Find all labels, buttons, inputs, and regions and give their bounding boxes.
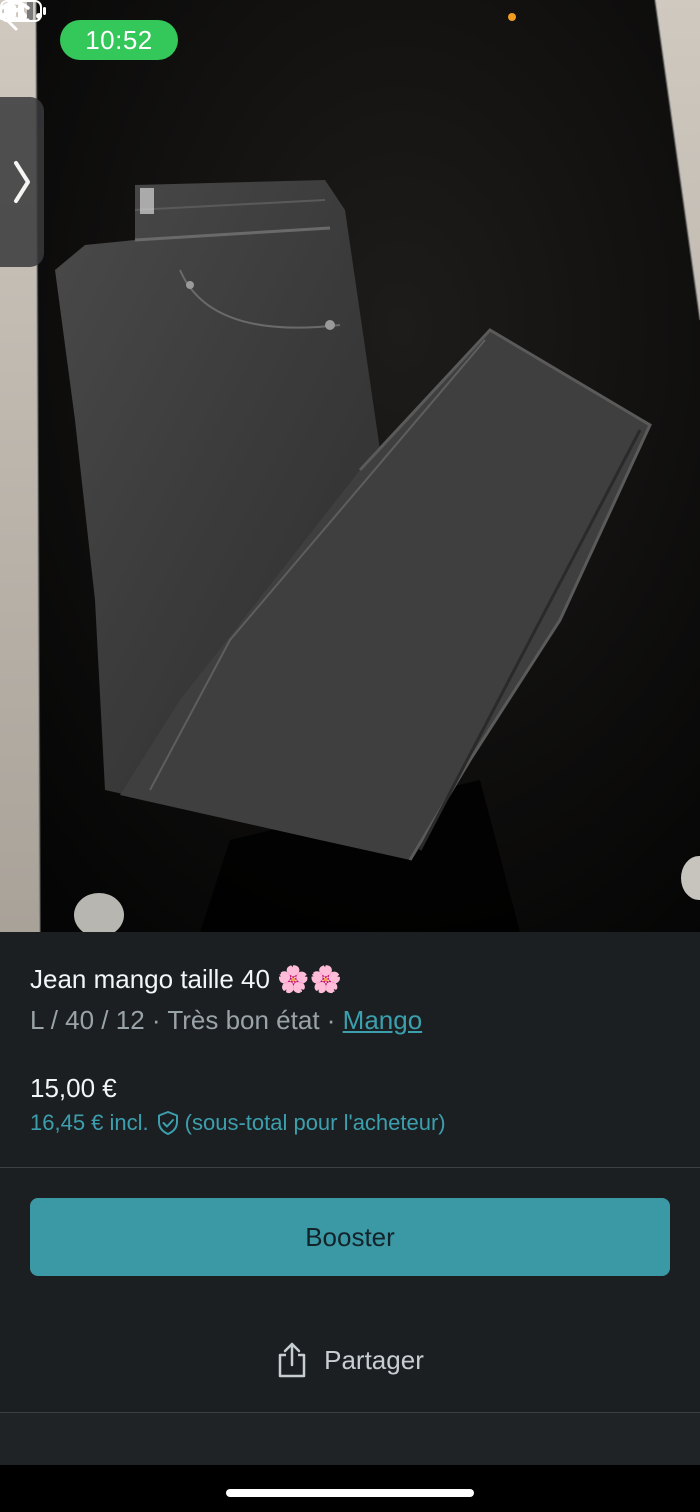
share-icon <box>278 1342 306 1378</box>
buyer-price-info[interactable]: 16,45 € incl. (sous-total pour l'acheteu… <box>30 1110 446 1136</box>
listing-details: L / 40 / 12 · Très bon état · Mango <box>30 1005 422 1036</box>
booster-button[interactable]: Booster <box>30 1198 670 1276</box>
status-time[interactable]: 10:52 <box>60 20 178 60</box>
listing-attributes: L / 40 / 12 · Très bon état · <box>30 1005 343 1035</box>
buyer-price-note: (sous-total pour l'acheteur) <box>184 1110 446 1135</box>
share-label: Partager <box>324 1344 424 1375</box>
chevron-right-icon <box>14 161 30 203</box>
home-indicator[interactable] <box>226 1489 474 1497</box>
divider <box>0 1167 700 1168</box>
buyer-price: 16,45 € incl. <box>30 1110 149 1135</box>
more-options-icon[interactable] <box>0 0 48 30</box>
listing-price: 15,00 € <box>30 1073 117 1103</box>
status-bar: 10:52 <box>0 0 700 80</box>
brand-link[interactable]: Mango <box>343 1005 423 1035</box>
listing-title: Jean mango taille 40 🌸🌸 <box>30 964 342 994</box>
shield-check-icon <box>157 1111 178 1135</box>
side-panel-handle[interactable] <box>0 97 44 267</box>
jeans-photo-image <box>0 0 700 932</box>
share-button[interactable]: Partager <box>0 1330 700 1390</box>
product-photo[interactable]: 10:52 <box>0 0 700 932</box>
privacy-indicator-dot <box>508 13 516 21</box>
bottom-panel-strip <box>0 1413 700 1465</box>
